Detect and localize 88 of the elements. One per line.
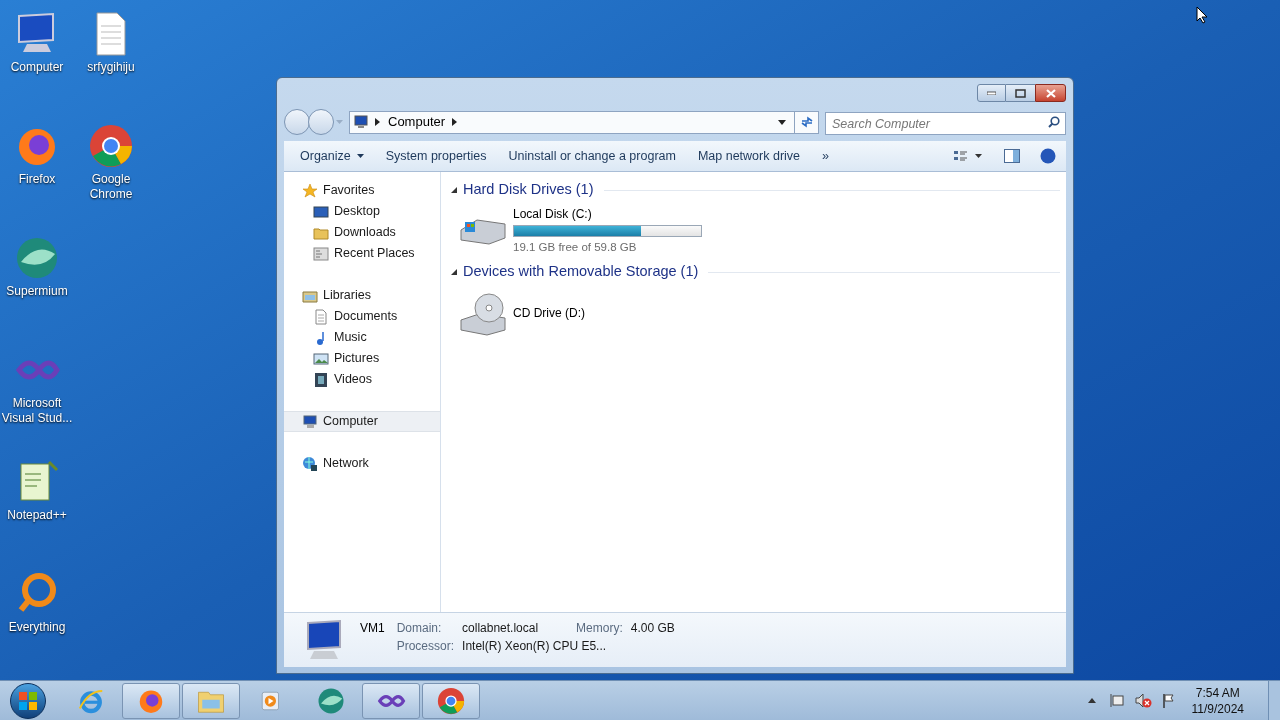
chrome-shortcut-icon[interactable] bbox=[87, 122, 135, 170]
collapse-triangle-icon[interactable] bbox=[451, 187, 457, 193]
group-heading: Devices with Removable Storage (1) bbox=[463, 262, 699, 282]
desktop-icon-label[interactable]: Google Chrome bbox=[74, 172, 148, 202]
drive-item[interactable]: CD Drive (D:) bbox=[451, 282, 711, 344]
field-label: Processor: bbox=[396, 638, 455, 655]
minimize-button[interactable] bbox=[977, 84, 1006, 102]
forward-button[interactable] bbox=[308, 109, 334, 135]
field-label: Domain: bbox=[396, 620, 443, 637]
collapse-triangle-icon[interactable] bbox=[451, 269, 457, 275]
view-options-icon[interactable] bbox=[953, 149, 982, 163]
field-value: Intel(R) Xeon(R) CPU E5... bbox=[462, 638, 608, 655]
navigation-item[interactable]: Network bbox=[284, 453, 440, 474]
computer-icon bbox=[302, 413, 318, 430]
navigation-item[interactable]: Computer bbox=[284, 411, 440, 432]
breadcrumb-arrow-icon bbox=[375, 118, 380, 126]
chrome-icon bbox=[436, 685, 466, 716]
toolbar-button[interactable]: » bbox=[816, 144, 835, 168]
navigation-item[interactable]: Downloads bbox=[284, 222, 440, 243]
desktop-icon-label[interactable]: Firefox bbox=[0, 172, 74, 187]
toolbar-button[interactable]: Map network drive bbox=[691, 144, 807, 168]
drive-name: Local Disk (C:) bbox=[513, 206, 593, 224]
chrome-taskbar-button[interactable] bbox=[422, 682, 480, 719]
desktop-icon-label[interactable]: Supermium bbox=[0, 284, 74, 299]
breadcrumb-item[interactable]: Computer bbox=[388, 112, 446, 132]
toolbar-button[interactable]: Organize bbox=[294, 144, 370, 168]
cd-drive-icon bbox=[459, 290, 507, 336]
close-icon bbox=[1045, 88, 1056, 98]
vs-taskbar-button[interactable] bbox=[362, 682, 420, 719]
toolbar-button[interactable]: System properties bbox=[379, 144, 493, 168]
refresh-icon bbox=[799, 116, 814, 128]
recent-icon bbox=[313, 245, 329, 262]
desktop-icon-label[interactable]: Everything bbox=[0, 620, 74, 635]
document-icon bbox=[313, 308, 329, 325]
preview-pane-icon[interactable] bbox=[1004, 149, 1020, 163]
show-hidden-icons-icon[interactable] bbox=[1087, 698, 1096, 703]
network-icon[interactable] bbox=[1109, 693, 1125, 708]
pictures-icon bbox=[313, 350, 329, 367]
network-icon bbox=[302, 455, 318, 472]
firefox-taskbar-button[interactable] bbox=[122, 682, 180, 719]
start-button[interactable] bbox=[10, 682, 46, 719]
toolbar-button[interactable]: Uninstall or change a program bbox=[502, 144, 682, 168]
clock-time: 7:54 AM bbox=[1195, 684, 1240, 701]
navigation-item[interactable]: Libraries bbox=[284, 285, 440, 306]
mouse-pointer-icon bbox=[1196, 6, 1208, 24]
dropdown-caret-icon[interactable] bbox=[778, 119, 786, 125]
desktop-icon-label[interactable]: Computer bbox=[0, 60, 74, 75]
desktop-icon-label[interactable]: Notepad++ bbox=[0, 508, 74, 523]
drive-item[interactable]: Local Disk (C:) 19.1 GB free of 59.8 GB bbox=[451, 200, 711, 262]
navigation-item[interactable]: Desktop bbox=[284, 201, 440, 222]
help-icon[interactable] bbox=[1040, 148, 1056, 164]
search-field[interactable]: Search Computer bbox=[825, 112, 1066, 135]
hard-drive-icon bbox=[459, 216, 507, 246]
free-space-text: 19.1 GB free of 59.8 GB bbox=[513, 240, 638, 256]
close-button[interactable] bbox=[1035, 84, 1066, 102]
videos-icon bbox=[313, 371, 329, 388]
back-button[interactable] bbox=[284, 109, 310, 135]
recent-pages-caret-icon bbox=[336, 120, 343, 124]
navigation-item[interactable]: Pictures bbox=[284, 348, 440, 369]
clock-date: 11/9/2024 bbox=[1191, 700, 1244, 717]
drive-name: CD Drive (D:) bbox=[513, 305, 585, 322]
computer-icon bbox=[353, 115, 369, 129]
maximize-icon bbox=[1015, 88, 1026, 98]
navigation-item[interactable]: Recent Places bbox=[284, 243, 440, 264]
volume-muted-icon[interactable] bbox=[1134, 693, 1152, 708]
field-label: Memory: bbox=[575, 620, 623, 637]
star-icon bbox=[302, 182, 318, 199]
navigation-item[interactable]: Favorites bbox=[284, 180, 440, 201]
field-value: 4.00 GB bbox=[630, 620, 675, 637]
explorer-taskbar-button[interactable] bbox=[182, 682, 240, 719]
maximize-button[interactable] bbox=[1006, 84, 1035, 102]
windows-logo-icon bbox=[19, 691, 37, 710]
clock[interactable]: 7:54 AM 11/9/2024 bbox=[1191, 684, 1244, 717]
desktop-icon-label[interactable]: srfygihiju bbox=[74, 60, 148, 75]
desktop-icon bbox=[313, 203, 329, 220]
navigation-item[interactable]: Videos bbox=[284, 369, 440, 390]
desktop-icon-label[interactable]: Microsoft Visual Stud... bbox=[0, 396, 74, 426]
computer-name: VM1 bbox=[360, 620, 386, 637]
search-icon bbox=[1048, 115, 1060, 128]
breadcrumb-arrow-icon bbox=[452, 118, 458, 126]
field-value: collabnet.local bbox=[462, 620, 539, 637]
address-bar[interactable]: Computer bbox=[349, 110, 819, 134]
caret-icon bbox=[356, 154, 364, 158]
group-heading: Hard Disk Drives (1) bbox=[463, 180, 594, 200]
minimize-icon bbox=[987, 91, 996, 95]
navigation-item[interactable]: Music bbox=[284, 327, 440, 348]
flag-icon[interactable] bbox=[1161, 693, 1176, 708]
navigation-item[interactable]: Documents bbox=[284, 306, 440, 327]
